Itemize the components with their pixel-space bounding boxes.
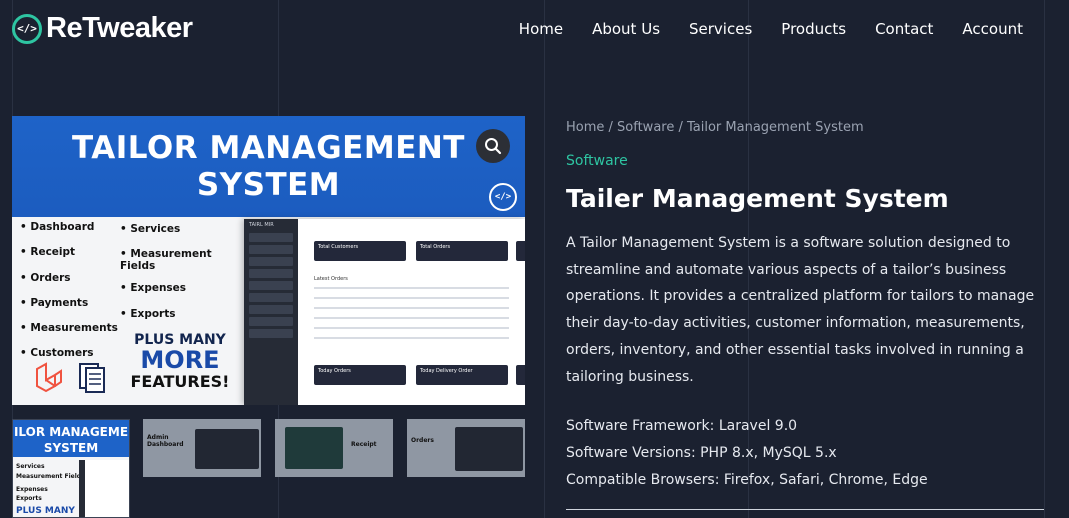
card-today-delivery: Today Delivery Order — [416, 365, 508, 385]
app-screenshot: TAIRL MIR Total Customers Total Orders L… — [244, 219, 525, 405]
product-main-image[interactable]: TAILOR MANAGEMENT SYSTEM </> Dashboard R… — [12, 116, 525, 405]
card-total-customers: Total Customers — [314, 241, 406, 261]
logo-text: ReTweaker — [46, 12, 193, 44]
thumbnail-2[interactable]: Admin Dashboard — [143, 419, 261, 477]
main-nav: Home About Us Services Products Contact … — [519, 20, 1023, 38]
card-total-orders: Total Orders — [416, 241, 508, 261]
screenshot-sidebar: TAIRL MIR — [244, 219, 298, 405]
feature-item: Dashboard — [20, 221, 118, 246]
tech-icons — [34, 362, 106, 394]
spec-browsers: Compatible Browsers: Firefox, Safari, Ch… — [566, 472, 928, 488]
feature-item: Exports — [120, 308, 230, 333]
feature-item: Receipt — [20, 246, 118, 271]
laravel-icon — [36, 362, 62, 393]
magnifier-icon — [485, 138, 502, 155]
feature-item: Measurement Fields — [120, 248, 230, 282]
nav-account[interactable]: Account — [962, 20, 1023, 38]
spec-framework: Software Framework: Laravel 9.0 — [566, 418, 798, 434]
divider — [566, 509, 1044, 510]
breadcrumb[interactable]: Home / Software / Tailor Management Syst… — [566, 120, 864, 135]
card-today-orders: Today Orders — [314, 365, 406, 385]
grid-line — [544, 0, 545, 518]
feature-item: Expenses — [120, 282, 230, 307]
feature-list-right: Services Measurement Fields Expenses Exp… — [120, 223, 230, 333]
feature-item: Services — [120, 223, 230, 248]
more-features-banner: PLUS MANY MORE FEATURES! — [130, 332, 230, 391]
product-category-link[interactable]: Software — [566, 153, 628, 169]
feature-list-left: Dashboard Receipt Orders Payments Measur… — [20, 221, 118, 373]
feature-item: Payments — [20, 297, 118, 322]
thumbnail-3[interactable]: Receipt — [275, 419, 393, 477]
feature-item: Orders — [20, 272, 118, 297]
site-header: </> ReTweaker Home About Us Services Pro… — [0, 0, 1069, 62]
site-logo[interactable]: </> ReTweaker — [12, 12, 193, 45]
nav-contact[interactable]: Contact — [875, 20, 933, 38]
logo-code-icon: </> — [12, 13, 42, 44]
product-description: A Tailor Management System is a software… — [566, 235, 1035, 385]
nav-about-us[interactable]: About Us — [592, 20, 660, 38]
product-title: Tailer Management System — [566, 184, 949, 213]
documents-icon — [79, 363, 105, 393]
zoom-button[interactable] — [476, 129, 510, 163]
feature-item: Measurements — [20, 322, 118, 347]
thumbnail-1[interactable]: ILOR MANAGEME SYSTEM Services Measuremen… — [12, 419, 130, 518]
spec-versions: Software Versions: PHP 8.x, MySQL 5.x — [566, 445, 837, 461]
code-badge-icon: </> — [489, 183, 517, 211]
latest-orders-heading: Latest Orders — [314, 276, 348, 282]
image-title: TAILOR MANAGEMENT SYSTEM — [72, 130, 465, 203]
nav-services[interactable]: Services — [689, 20, 752, 38]
nav-home[interactable]: Home — [519, 20, 563, 38]
thumbnail-4[interactable]: Orders — [407, 419, 525, 477]
nav-products[interactable]: Products — [781, 20, 846, 38]
